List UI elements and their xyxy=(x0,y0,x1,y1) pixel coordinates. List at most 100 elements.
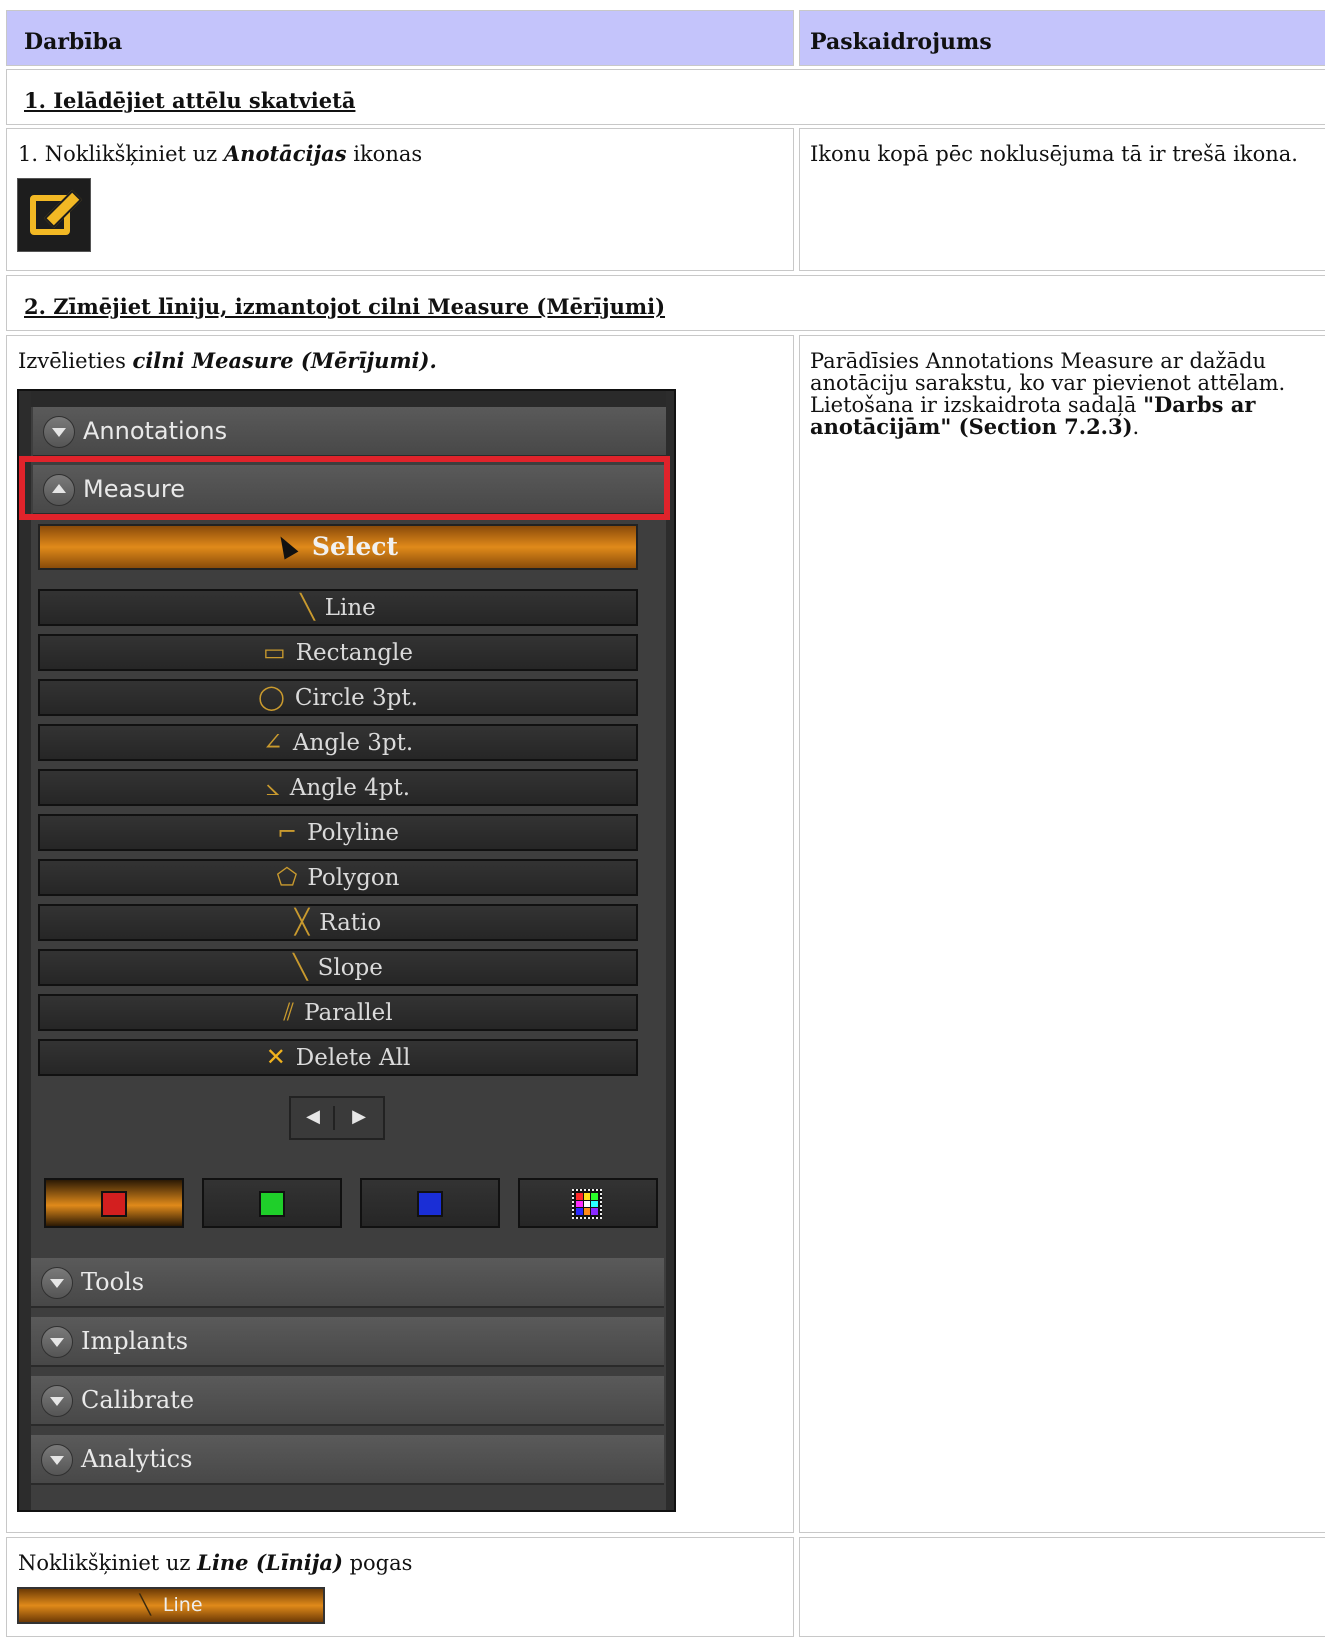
color-button-blue[interactable] xyxy=(360,1178,500,1228)
tool-button-angle-4pt[interactable]: ⦣ Angle 4pt. xyxy=(38,769,638,806)
blue-swatch-icon xyxy=(417,1191,443,1217)
row-2-explanation-line-3: Lietošana ir izskaidrota sadaļā "Darbs a… xyxy=(810,392,1318,418)
tool-button-slope[interactable]: ╲ Slope xyxy=(38,949,638,986)
rectangle-icon: ▭ xyxy=(263,638,286,666)
tool-label-angle-3pt: Angle 3pt. xyxy=(292,730,414,756)
accordion-implants-label: Implants xyxy=(81,1327,189,1355)
accordion-tools[interactable]: Tools xyxy=(31,1258,664,1308)
row-1-explanation-text: Ikonu kopā pēc noklusējuma tā ir trešā i… xyxy=(810,142,1298,166)
tool-button-ratio[interactable]: ╳ Ratio xyxy=(38,904,638,941)
delete-all-icon: ✕ xyxy=(265,1043,286,1071)
pager: ◀ ▶ xyxy=(289,1096,385,1140)
row-2-action-prefix: Izvēlieties xyxy=(18,349,133,373)
tool-button-rectangle[interactable]: ▭ Rectangle xyxy=(38,634,638,671)
tool-label-delete-all: Delete All xyxy=(295,1045,411,1071)
row-2-explanation-line-4-suffix: . xyxy=(1132,415,1140,440)
tool-button-angle-3pt[interactable]: ∠ Angle 3pt. xyxy=(38,724,638,761)
header-action-label: Darbība xyxy=(24,29,123,55)
panel-top-strip xyxy=(19,391,674,407)
row-2-explanation-line-2: anotāciju sarakstu, ko var pievienot att… xyxy=(810,371,1286,396)
line-icon: ╲ xyxy=(139,1594,151,1616)
tool-label-slope: Slope xyxy=(317,955,383,981)
select-button-label: Select xyxy=(311,532,399,561)
chevron-down-icon xyxy=(41,1444,73,1476)
color-button-red[interactable] xyxy=(44,1178,184,1228)
row-2-explanation-line-4: anotācijām" (Section 7.2.3). xyxy=(810,414,1318,440)
tool-label-parallel: Parallel xyxy=(304,1000,393,1026)
tool-label-line: Line xyxy=(324,595,376,621)
accordion-annotations-label: Annotations xyxy=(83,417,228,445)
line-button-label: Line xyxy=(162,1594,203,1616)
accordion-calibrate-label: Calibrate xyxy=(81,1386,195,1414)
chevron-down-icon xyxy=(43,416,75,448)
row-3-action-prefix: Noklikšķiniet uz xyxy=(18,1551,198,1575)
accordion-implants[interactable]: Implants xyxy=(31,1317,664,1367)
tool-button-delete-all[interactable]: ✕ Delete All xyxy=(38,1039,638,1076)
accordion-annotations[interactable]: Annotations xyxy=(33,407,666,457)
tool-button-polyline[interactable]: ⌐ Polyline xyxy=(38,814,638,851)
row-3-action-bold: Line (Līnija) xyxy=(197,1550,343,1575)
angle-3pt-icon: ∠ xyxy=(262,728,283,756)
slope-icon: ╲ xyxy=(293,953,308,981)
row-1-action: 1. Noklikšķiniet uz Anotācijas ikonas xyxy=(6,128,794,271)
annotation-icon[interactable] xyxy=(17,178,91,252)
tool-button-circle-3pt[interactable]: ◯ Circle 3pt. xyxy=(38,679,638,716)
accordion-tools-label: Tools xyxy=(81,1268,145,1296)
section-2-row: 2. Zīmējiet līniju, izmantojot cilni Mea… xyxy=(6,275,1325,331)
row-2-explanation-line-3-bold: "Darbs ar xyxy=(1143,392,1256,418)
tool-label-rectangle: Rectangle xyxy=(295,640,413,666)
row-1-action-bold: Anotācijas xyxy=(223,141,347,166)
row-2-explanation-line-1: Parādīsies Annotations Measure ar dažādu xyxy=(810,349,1267,373)
line-icon: ╲ xyxy=(300,593,315,621)
row-3-action-suffix: pogas xyxy=(342,1551,413,1575)
circle-icon: ◯ xyxy=(258,683,285,711)
red-swatch-icon xyxy=(101,1191,127,1217)
chevron-up-icon xyxy=(43,474,75,506)
accordion-measure-label: Measure xyxy=(83,475,185,503)
panel-right-strip xyxy=(666,391,674,1510)
header-explanation-label: Paskaidrojums xyxy=(810,29,992,55)
accordion-calibrate[interactable]: Calibrate xyxy=(31,1376,664,1426)
tool-label-polyline: Polyline xyxy=(307,820,399,846)
polygon-icon: ⬠ xyxy=(276,863,298,891)
green-swatch-icon xyxy=(259,1191,285,1217)
accordion-analytics-label: Analytics xyxy=(81,1445,193,1473)
parallel-icon: ⫽ xyxy=(283,998,295,1026)
select-button[interactable]: Select xyxy=(38,524,638,570)
chevron-down-icon xyxy=(41,1267,73,1299)
row-1-action-prefix: 1. Noklikšķiniet uz xyxy=(18,142,224,166)
panel-left-strip xyxy=(19,391,31,1510)
table-header-action: Darbība xyxy=(6,10,794,66)
tool-label-circle-3pt: Circle 3pt. xyxy=(294,685,418,711)
cursor-icon xyxy=(273,532,299,560)
accordion-analytics[interactable]: Analytics xyxy=(31,1435,664,1485)
table-header-explanation: Paskaidrojums xyxy=(799,10,1325,66)
ratio-icon: ╳ xyxy=(294,908,310,936)
row-2-explanation: Parādīsies Annotations Measure ar dažādu… xyxy=(799,335,1325,1533)
next-arrow-icon[interactable]: ▶ xyxy=(339,1106,379,1130)
row-3-explanation xyxy=(799,1537,1325,1637)
tool-label-ratio: Ratio xyxy=(319,910,382,936)
tool-label-polygon: Polygon xyxy=(307,865,400,891)
prev-arrow-icon[interactable]: ◀ xyxy=(293,1106,335,1130)
tool-button-polygon[interactable]: ⬠ Polygon xyxy=(38,859,638,896)
section-2-title: 2. Zīmējiet līniju, izmantojot cilni Mea… xyxy=(24,294,666,319)
line-button[interactable]: ╲ Line xyxy=(17,1587,325,1624)
chevron-down-icon xyxy=(41,1326,73,1358)
angle-4pt-icon: ⦣ xyxy=(265,773,280,801)
chevron-down-icon xyxy=(41,1385,73,1417)
tool-label-angle-4pt: Angle 4pt. xyxy=(289,775,411,801)
tool-button-parallel[interactable]: ⫽ Parallel xyxy=(38,994,638,1031)
row-1-explanation: Ikonu kopā pēc noklusējuma tā ir trešā i… xyxy=(799,128,1325,271)
row-2-action-bold: cilni Measure (Mērījumi). xyxy=(132,348,437,373)
section-1-row: 1. Ielādējiet attēlu skatvietā xyxy=(6,69,1325,125)
polyline-icon: ⌐ xyxy=(277,818,298,846)
color-button-palette[interactable] xyxy=(518,1178,658,1228)
row-2-explanation-line-4-bold: anotācijām" (Section 7.2.3) xyxy=(810,414,1133,440)
tool-button-line[interactable]: ╲ Line xyxy=(38,589,638,626)
color-palette-icon xyxy=(572,1189,602,1219)
accordion-measure[interactable]: Measure xyxy=(33,465,666,515)
row-1-action-suffix: ikonas xyxy=(346,142,423,166)
section-1-title: 1. Ielādējiet attēlu skatvietā xyxy=(24,88,356,113)
color-button-green[interactable] xyxy=(202,1178,342,1228)
